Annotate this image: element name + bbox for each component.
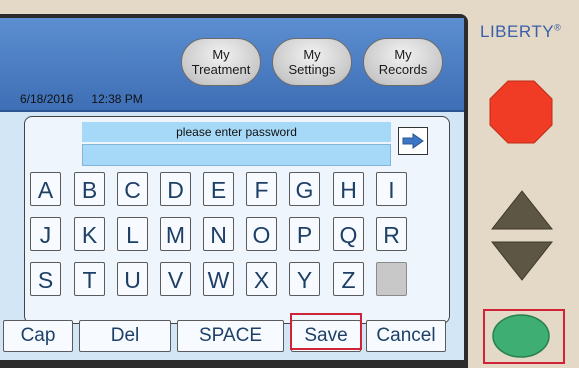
up-triangle-icon[interactable] [491,190,553,230]
password-prompt: please enter password [82,122,391,142]
enter-button[interactable] [398,127,428,155]
time-label: 12:38 PM [91,92,143,106]
brand-logo: LIBERTY® [480,22,561,42]
down-triangle-icon[interactable] [491,241,553,281]
key-p[interactable]: P [289,217,320,251]
my-settings-button[interactable]: My Settings [272,38,352,86]
key-v[interactable]: V [160,262,191,296]
key-y[interactable]: Y [289,262,320,296]
right-arrow-icon [402,133,424,149]
date-time: 6/18/2016 12:38 PM [20,92,161,106]
key-q[interactable]: Q [333,217,364,251]
delete-button[interactable]: Del [79,320,171,352]
my-treatment-button[interactable]: My Treatment [181,38,261,86]
my-records-button[interactable]: My Records [363,38,443,86]
date-label: 6/18/2016 [20,92,74,106]
key-b[interactable]: B [74,172,105,206]
go-button-highlight [483,309,565,364]
device-screen: My Treatment My Settings My Records 6/18… [0,18,464,360]
keyboard-panel: please enter password ABCDEFGHI JKLMNOPQR… [24,116,450,324]
key-o[interactable]: O [246,217,277,251]
key-u[interactable]: U [117,262,148,296]
key-j[interactable]: J [30,217,61,251]
key-x[interactable]: X [246,262,277,296]
screen-header: My Treatment My Settings My Records 6/18… [0,18,464,112]
key-d[interactable]: D [160,172,191,206]
key-w[interactable]: W [203,262,234,296]
key-a[interactable]: A [30,172,61,206]
brand-name: LIBERTY [480,22,555,41]
stop-octagon-icon[interactable] [489,80,553,144]
key-i[interactable]: I [376,172,407,206]
key-e[interactable]: E [203,172,234,206]
cancel-button[interactable]: Cancel [366,320,446,352]
key-h[interactable]: H [333,172,364,206]
cap-button[interactable]: Cap [3,320,73,352]
key-r[interactable]: R [376,217,407,251]
key-f[interactable]: F [246,172,277,206]
key-n[interactable]: N [203,217,234,251]
key-g[interactable]: G [289,172,320,206]
key-t[interactable]: T [74,262,105,296]
space-button[interactable]: SPACE [177,320,284,352]
key-blank[interactable] [376,262,407,296]
key-s[interactable]: S [30,262,61,296]
key-l[interactable]: L [117,217,148,251]
password-input[interactable] [82,144,391,166]
key-m[interactable]: M [160,217,191,251]
save-highlight [290,313,362,350]
brand-mark: ® [554,22,562,33]
key-z[interactable]: Z [333,262,364,296]
key-c[interactable]: C [117,172,148,206]
key-k[interactable]: K [74,217,105,251]
